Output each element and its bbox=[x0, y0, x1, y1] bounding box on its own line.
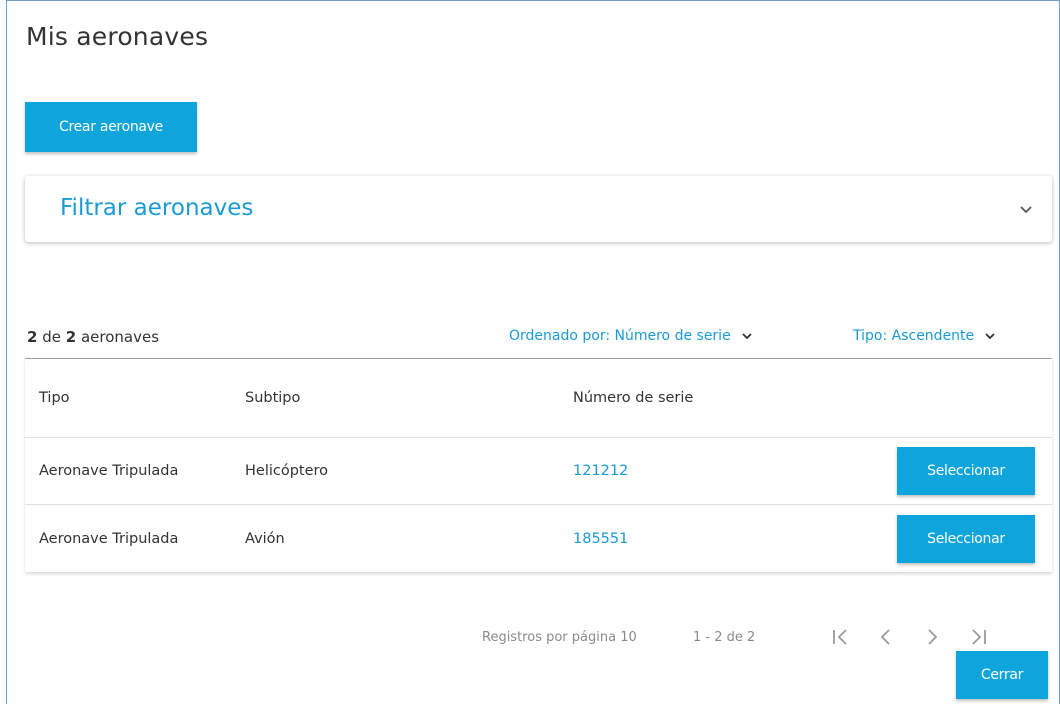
results-total-number: 2 bbox=[65, 328, 77, 346]
cell-tipo: Aeronave Tripulada bbox=[39, 463, 179, 479]
create-aircraft-button[interactable]: Crear aeronave bbox=[25, 102, 197, 152]
chevron-down-icon[interactable] bbox=[1018, 201, 1034, 217]
sort-direction-dropdown[interactable]: Tipo: Ascendente bbox=[853, 328, 996, 344]
table-row: Aeronave Tripulada Helicóptero 121212 Se… bbox=[25, 438, 1052, 505]
results-count-unit: aeronaves bbox=[80, 328, 160, 346]
column-header-numero-serie: Número de serie bbox=[573, 390, 694, 406]
filter-title: Filtrar aeronaves bbox=[60, 195, 254, 221]
serial-number-link[interactable]: 185551 bbox=[573, 531, 628, 547]
results-count-of: de bbox=[42, 328, 61, 346]
cell-subtipo: Avión bbox=[245, 530, 285, 547]
page-title: Mis aeronaves bbox=[26, 22, 209, 51]
select-button[interactable]: Seleccionar bbox=[897, 514, 1035, 563]
sort-field-dropdown[interactable]: Ordenado por: Número de serie bbox=[509, 328, 753, 344]
column-header-tipo: Tipo bbox=[39, 390, 70, 406]
next-page-icon[interactable] bbox=[920, 625, 944, 649]
last-page-icon[interactable] bbox=[966, 625, 990, 649]
prev-page-icon[interactable] bbox=[874, 625, 898, 649]
cell-tipo: Aeronave Tripulada bbox=[39, 530, 179, 547]
first-page-icon[interactable] bbox=[829, 625, 853, 649]
sort-field-label: Ordenado por: Número de serie bbox=[509, 328, 731, 344]
cell-subtipo: Helicóptero bbox=[245, 463, 329, 479]
page-range-label: 1 - 2 de 2 bbox=[693, 630, 756, 645]
table-header-row: Tipo Subtipo Número de serie bbox=[25, 359, 1052, 438]
filter-panel[interactable]: Filtrar aeronaves bbox=[25, 176, 1052, 242]
sort-direction-label: Tipo: Ascendente bbox=[853, 328, 975, 344]
chevron-down-icon bbox=[742, 333, 752, 340]
results-count-number: 2 bbox=[27, 328, 38, 346]
column-header-subtipo: Subtipo bbox=[245, 390, 301, 406]
close-button[interactable]: Cerrar bbox=[956, 651, 1048, 699]
chevron-down-icon bbox=[985, 333, 995, 340]
table-row: Aeronave Tripulada Avión 185551 Seleccio… bbox=[25, 505, 1052, 572]
select-button[interactable]: Seleccionar bbox=[897, 447, 1035, 495]
serial-number-link[interactable]: 121212 bbox=[573, 463, 628, 479]
results-count: 2 de 2 aeronaves bbox=[27, 328, 159, 346]
rows-per-page-label[interactable]: Registros por página 10 bbox=[482, 630, 637, 645]
aircraft-table: Tipo Subtipo Número de serie Aeronave Tr… bbox=[25, 358, 1052, 572]
